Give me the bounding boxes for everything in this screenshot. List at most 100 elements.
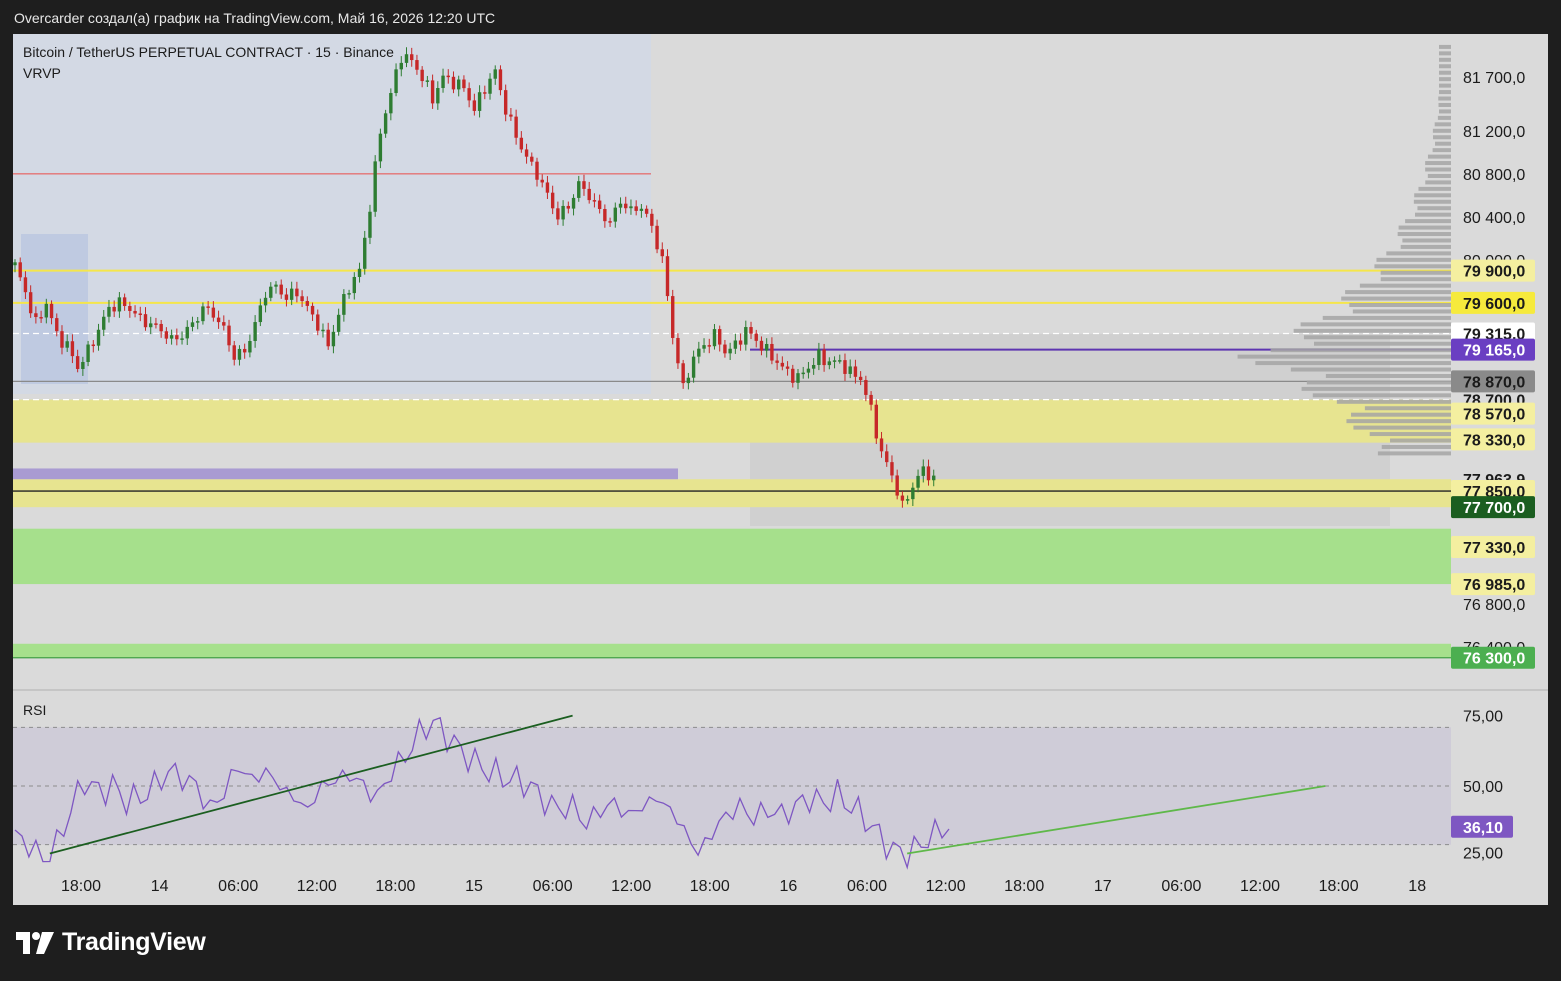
- candle-body[interactable]: [535, 161, 539, 180]
- candle-body[interactable]: [624, 203, 628, 209]
- candle-body[interactable]: [331, 331, 336, 347]
- candle-body[interactable]: [483, 92, 487, 94]
- candle-body[interactable]: [707, 345, 711, 347]
- candle-body[interactable]: [754, 333, 758, 341]
- candle-body[interactable]: [394, 69, 398, 94]
- price-label[interactable]: 78 870,0: [1463, 374, 1525, 391]
- candle-body[interactable]: [222, 322, 226, 326]
- candle-body[interactable]: [488, 78, 492, 94]
- candle-body[interactable]: [206, 306, 210, 308]
- candle-body[interactable]: [932, 475, 936, 481]
- candle-body[interactable]: [832, 360, 837, 362]
- candle-body[interactable]: [806, 368, 811, 373]
- candle-body[interactable]: [86, 344, 90, 362]
- price-label[interactable]: 76 300,0: [1463, 651, 1525, 668]
- zone-yellow-0[interactable]: [13, 399, 1451, 443]
- candle-body[interactable]: [524, 149, 529, 157]
- candle-body[interactable]: [357, 268, 362, 277]
- candle-body[interactable]: [869, 394, 873, 405]
- candle-body[interactable]: [389, 93, 393, 114]
- candle-body[interactable]: [733, 340, 738, 349]
- candle-body[interactable]: [164, 331, 169, 339]
- candle-body[interactable]: [216, 317, 221, 323]
- candle-body[interactable]: [451, 76, 456, 90]
- zone-green-3[interactable]: [13, 643, 1451, 658]
- price-label[interactable]: 79 900,0: [1463, 264, 1525, 281]
- candle-body[interactable]: [28, 292, 33, 314]
- candle-body[interactable]: [519, 137, 524, 150]
- candle-body[interactable]: [493, 69, 497, 79]
- candle-body[interactable]: [629, 206, 633, 209]
- candle-body[interactable]: [55, 318, 59, 332]
- candle-body[interactable]: [185, 326, 189, 339]
- candle-body[interactable]: [117, 297, 122, 312]
- candle-body[interactable]: [295, 288, 299, 297]
- candle-body[interactable]: [227, 325, 231, 346]
- candle-body[interactable]: [258, 305, 263, 323]
- candle-body[interactable]: [430, 80, 435, 104]
- candle-body[interactable]: [650, 213, 654, 226]
- candle-body[interactable]: [681, 363, 685, 384]
- zone-purple-4[interactable]: [13, 468, 678, 480]
- candle-body[interactable]: [608, 221, 612, 223]
- candle-body[interactable]: [697, 348, 701, 357]
- candle-body[interactable]: [149, 323, 153, 328]
- candle-body[interactable]: [425, 80, 430, 82]
- candle-body[interactable]: [639, 208, 644, 211]
- candle-body[interactable]: [926, 466, 931, 481]
- candle-body[interactable]: [905, 499, 910, 501]
- candle-body[interactable]: [107, 306, 111, 317]
- candle-body[interactable]: [373, 161, 377, 212]
- candle-body[interactable]: [196, 321, 200, 323]
- candle-body[interactable]: [613, 207, 617, 222]
- candle-body[interactable]: [81, 361, 85, 369]
- price-label[interactable]: 76 985,0: [1463, 577, 1525, 594]
- candle-body[interactable]: [728, 348, 732, 354]
- candle-body[interactable]: [253, 322, 257, 341]
- candle-body[interactable]: [242, 348, 247, 353]
- candle-body[interactable]: [597, 200, 602, 210]
- candle-body[interactable]: [383, 113, 388, 134]
- chart-svg[interactable]: 81 700,081 200,080 800,080 400,080 000,0…: [13, 34, 1548, 905]
- candle-body[interactable]: [587, 188, 591, 201]
- candle-body[interactable]: [399, 62, 403, 70]
- candle-body[interactable]: [545, 182, 550, 193]
- candle-body[interactable]: [540, 179, 544, 183]
- candle-body[interactable]: [738, 340, 743, 345]
- candle-body[interactable]: [347, 293, 351, 295]
- candle-body[interactable]: [514, 116, 518, 138]
- candle-body[interactable]: [60, 331, 64, 348]
- candle-body[interactable]: [801, 372, 805, 375]
- candle-body[interactable]: [712, 329, 717, 347]
- candle-body[interactable]: [827, 361, 832, 366]
- candle-body[interactable]: [122, 297, 127, 307]
- candle-body[interactable]: [462, 79, 466, 89]
- candle-body[interactable]: [874, 404, 878, 439]
- candle-body[interactable]: [822, 349, 826, 366]
- candle-body[interactable]: [811, 364, 816, 369]
- chart-frame[interactable]: 81 700,081 200,080 800,080 400,080 000,0…: [13, 34, 1548, 905]
- candle-body[interactable]: [603, 209, 607, 222]
- candle-body[interactable]: [634, 206, 638, 211]
- candle-body[interactable]: [133, 310, 137, 314]
- candle-body[interactable]: [890, 462, 894, 476]
- candle-body[interactable]: [780, 362, 785, 367]
- candle-body[interactable]: [91, 344, 95, 347]
- candle-body[interactable]: [759, 340, 764, 351]
- candle-body[interactable]: [415, 60, 419, 70]
- candle-body[interactable]: [561, 205, 565, 220]
- candle-body[interactable]: [201, 306, 205, 322]
- candle-body[interactable]: [44, 303, 49, 318]
- candle-body[interactable]: [96, 329, 101, 346]
- candle-body[interactable]: [316, 314, 320, 331]
- price-label[interactable]: 79 600,0: [1463, 296, 1525, 313]
- candle-body[interactable]: [13, 262, 17, 266]
- candle-body[interactable]: [378, 133, 383, 162]
- candle-body[interactable]: [138, 313, 142, 315]
- candle-body[interactable]: [791, 368, 795, 383]
- candle-body[interactable]: [326, 329, 330, 347]
- candle-body[interactable]: [467, 88, 471, 101]
- candle-body[interactable]: [237, 348, 242, 360]
- candle-body[interactable]: [446, 75, 450, 78]
- candle-body[interactable]: [310, 305, 315, 315]
